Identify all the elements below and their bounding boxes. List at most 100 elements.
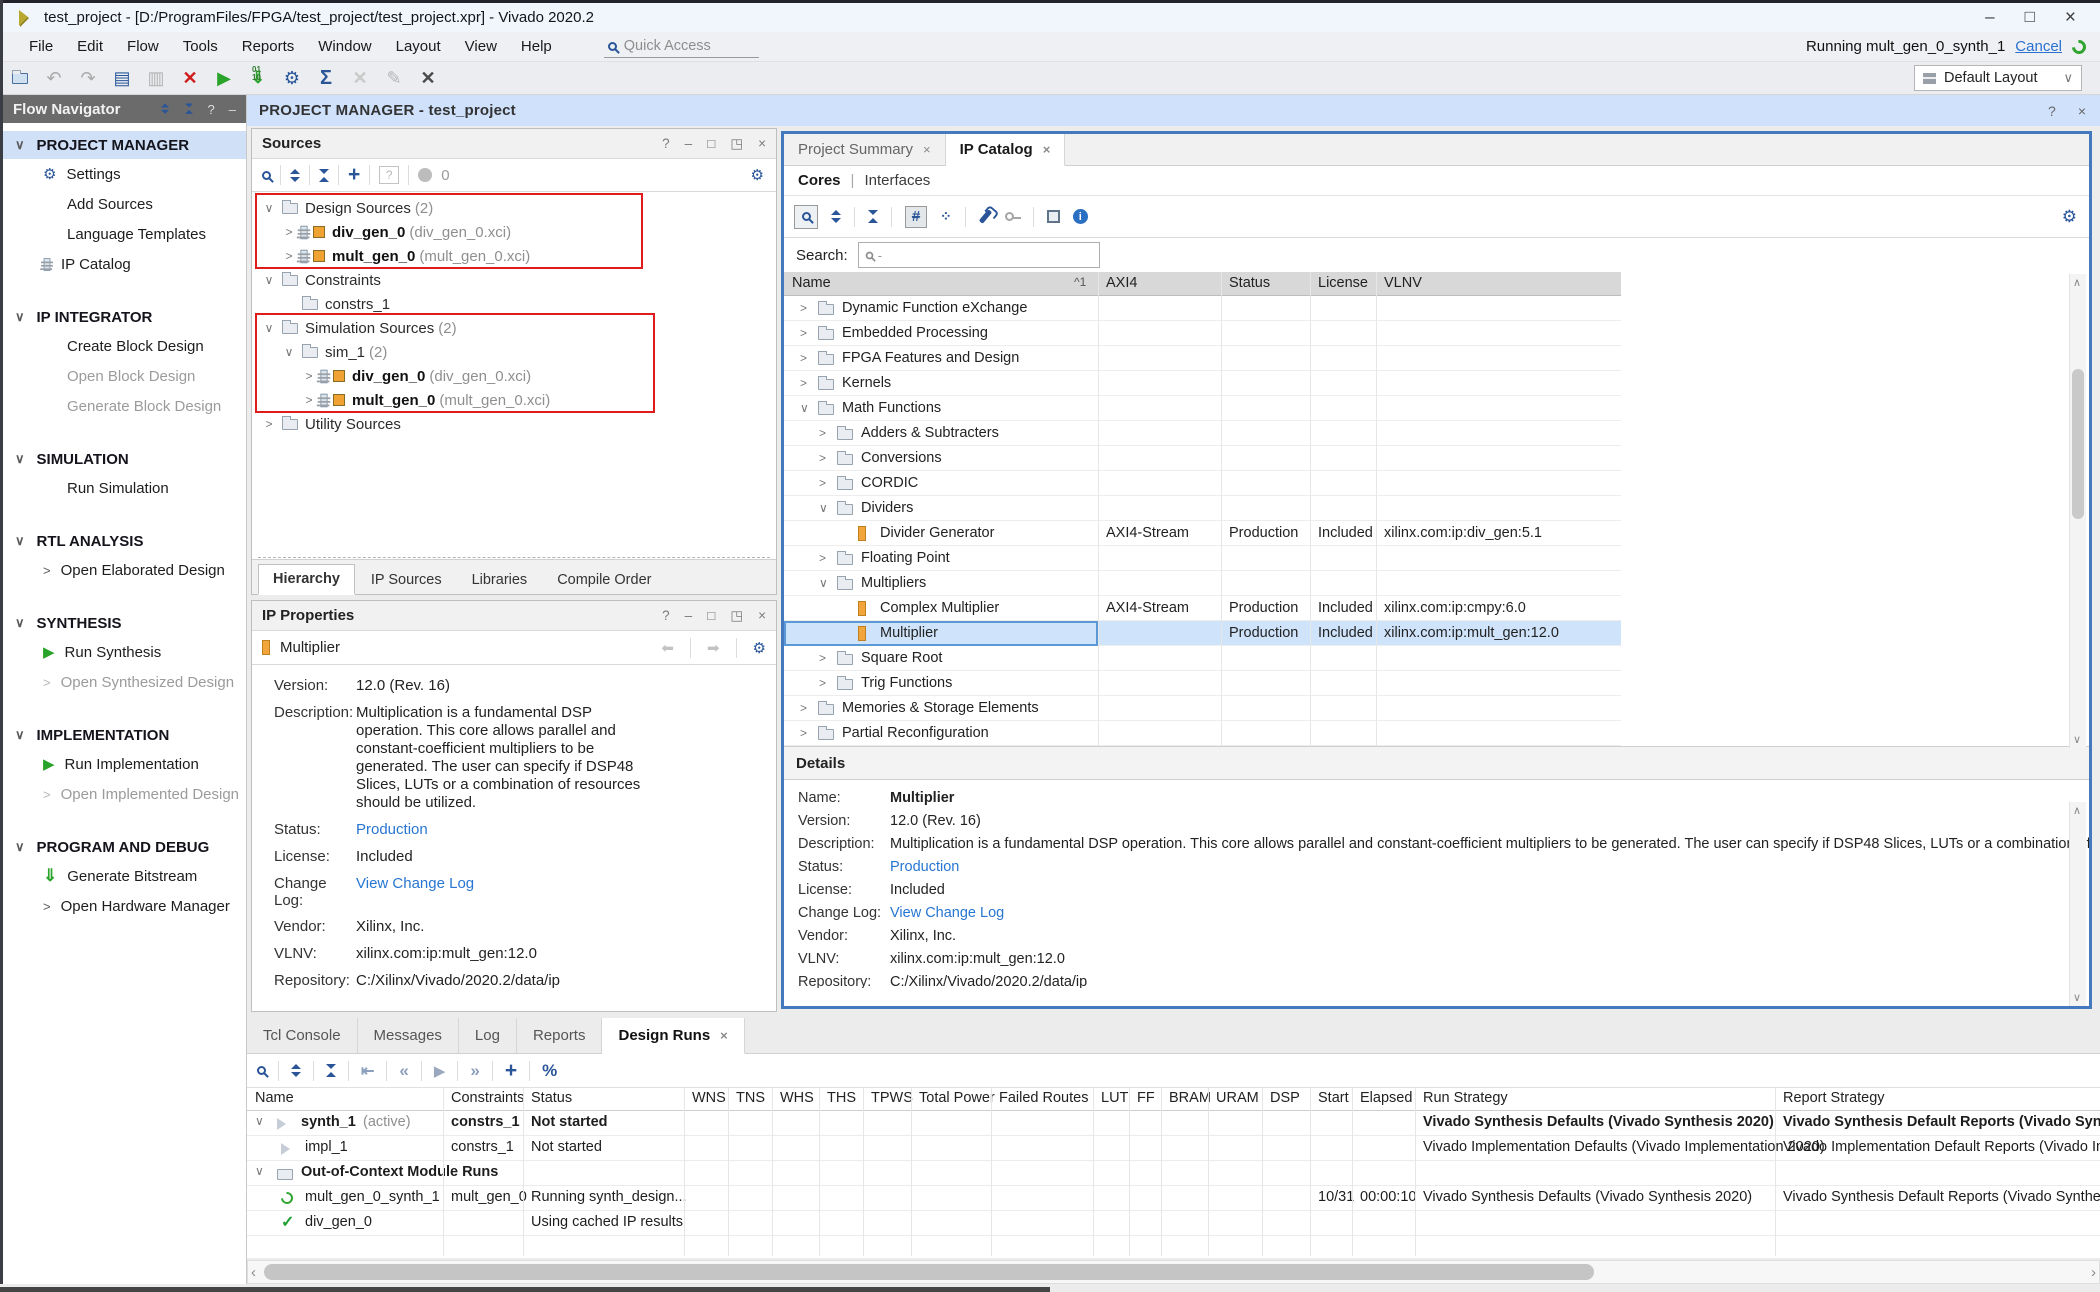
undo-button[interactable] [37,68,71,89]
property-value[interactable]: Production [356,821,642,839]
tree-row[interactable]: ∨sim_1(2) [252,340,776,364]
catalog-search-input[interactable]: - [858,242,1100,268]
column-header-name[interactable]: Name [792,275,831,291]
flow-section-simulation[interactable]: ∨SIMULATION [3,445,246,473]
help-icon[interactable] [662,136,670,152]
customize-icon[interactable] [978,209,991,224]
sources-tab-compile-order[interactable]: Compile Order [543,566,665,594]
details-scrollbar[interactable]: ∧∨ [2069,802,2086,1006]
property-value[interactable]: View Change Log [356,875,642,909]
tree-row[interactable]: ∨Constraints [252,268,776,292]
runs-column-total-power[interactable]: Total Power [919,1090,995,1106]
chevron-right-icon[interactable]: > [800,701,807,715]
catalog-row[interactable]: Divider GeneratorAXI4-StreamProductionIn… [784,521,1621,546]
chevron-right-icon[interactable]: > [800,726,807,740]
console-tab-tcl-console[interactable]: Tcl Console [247,1018,358,1053]
catalog-row[interactable]: ∨Dividers [784,496,1621,521]
forward-icon[interactable] [707,639,720,657]
chevron-down-icon[interactable]: ∨ [800,401,809,415]
chevron-right-icon[interactable]: > [819,476,826,490]
menu-item-edit[interactable]: Edit [65,34,115,59]
group-by-icon[interactable] [940,208,952,225]
vertical-scrollbar[interactable]: ∧∨ [2069,274,2086,748]
runs-column-lut[interactable]: LUT [1101,1090,1128,1106]
gear-icon[interactable] [2062,207,2077,227]
chevron-down-icon[interactable]: ∨ [262,201,276,215]
chevron-down-icon[interactable]: ∨ [819,576,828,590]
flow-item-add-sources[interactable]: Add Sources [3,189,246,219]
chevron-right-icon[interactable]: > [800,376,807,390]
flow-item-open-elaborated-design[interactable]: >Open Elaborated Design [3,555,246,585]
quick-access-search[interactable]: Quick Access [604,35,759,58]
layout-selector[interactable]: Default Layout ∨ [1914,65,2082,91]
runs-column-wns[interactable]: WNS [692,1090,726,1106]
menu-item-flow[interactable]: Flow [115,34,171,59]
info-icon[interactable] [1073,209,1088,224]
collapse-all-icon[interactable] [291,1064,301,1077]
chevron-down-icon[interactable]: ∨ [819,501,828,515]
runs-column-run-strategy[interactable]: Run Strategy [1423,1090,1508,1106]
expand-all-icon[interactable] [319,169,329,182]
runs-column-uram[interactable]: URAM [1216,1090,1259,1106]
flow-section-program-and-debug[interactable]: ∨PROGRAM AND DEBUG [3,833,246,861]
horizontal-scrollbar[interactable]: ‹ › [247,1260,2100,1284]
chevron-right-icon[interactable]: > [819,451,826,465]
runs-column-bram[interactable]: BRAM [1169,1090,1211,1106]
percent-icon[interactable] [542,1061,557,1081]
chevron-down-icon[interactable]: ∨ [262,321,276,335]
generate-bitstream-toolbar-icon[interactable]: 0110 [241,68,275,88]
catalog-row[interactable]: Complex MultiplierAXI4-StreamProductionI… [784,596,1621,621]
chevron-right-icon[interactable]: > [302,393,316,407]
create-run-icon[interactable] [505,1059,517,1083]
run-button[interactable] [207,68,241,89]
tree-row[interactable]: >mult_gen_0(mult_gen_0.xci) [252,244,776,268]
runs-column-report-strategy[interactable]: Report Strategy [1783,1090,1885,1106]
search-icon[interactable] [262,171,271,180]
details-value[interactable]: Production [890,859,959,875]
runs-column-ths[interactable]: THS [827,1090,856,1106]
help-icon[interactable] [662,608,670,624]
runs-column-constraints[interactable]: Constraints [451,1090,524,1106]
chevron-right-icon[interactable]: > [819,676,826,690]
help-icon[interactable] [208,102,215,117]
catalog-row[interactable]: >Kernels [784,371,1621,396]
catalog-subtab-interfaces[interactable]: Interfaces [864,172,930,189]
runs-row[interactable]: impl_1constrs_1Not startedVivado Impleme… [247,1136,2100,1161]
expand-all-icon[interactable] [326,1064,336,1077]
add-sources-icon[interactable] [348,163,360,187]
tree-row[interactable]: >Utility Sources [252,412,776,436]
menu-item-reports[interactable]: Reports [230,34,307,59]
catalog-row[interactable]: >FPGA Features and Design [784,346,1621,371]
runs-row[interactable]: ∨Out-of-Context Module Runs [247,1161,2100,1186]
column-header-vlnv[interactable]: VLNV [1384,275,1422,291]
flow-section-synthesis[interactable]: ∨SYNTHESIS [3,609,246,637]
tree-row[interactable]: >mult_gen_0(mult_gen_0.xci) [252,388,776,412]
run-icon[interactable] [434,1062,446,1080]
redo-button[interactable] [71,68,105,89]
minimize-button[interactable] [1985,7,1994,29]
paste-button[interactable] [139,68,173,89]
dock-icon[interactable] [730,136,743,152]
editor-tab-project-summary[interactable]: Project Summary× [784,134,946,165]
runs-column-name[interactable]: Name [255,1090,294,1106]
search-icon[interactable] [794,205,818,229]
flow-item-run-simulation[interactable]: Run Simulation [3,473,246,503]
chevron-right-icon[interactable]: > [800,326,807,340]
flow-item-run-synthesis[interactable]: Run Synthesis [3,637,246,667]
catalog-row[interactable]: ∨Math Functions [784,396,1621,421]
chevron-right-icon[interactable]: > [800,351,807,365]
catalog-row[interactable]: >Memories & Storage Elements [784,696,1621,721]
console-tab-reports[interactable]: Reports [517,1018,603,1053]
chevron-right-icon[interactable]: > [819,426,826,440]
chevron-right-icon[interactable]: > [819,551,826,565]
menu-item-layout[interactable]: Layout [384,34,453,59]
menu-item-view[interactable]: View [453,34,509,59]
close-tab-icon[interactable]: × [720,1028,728,1043]
catalog-row[interactable]: >Adders & Subtracters [784,421,1621,446]
chevron-right-icon[interactable]: > [302,369,316,383]
runs-table-header[interactable]: NameConstraintsStatusWNSTNSWHSTHSTPWSTot… [247,1088,2100,1111]
chevron-right-icon[interactable]: > [262,417,276,431]
chevron-right-icon[interactable]: > [282,225,296,239]
runs-column-tns[interactable]: TNS [736,1090,765,1106]
flow-item-generate-bitstream[interactable]: Generate Bitstream [3,861,246,891]
